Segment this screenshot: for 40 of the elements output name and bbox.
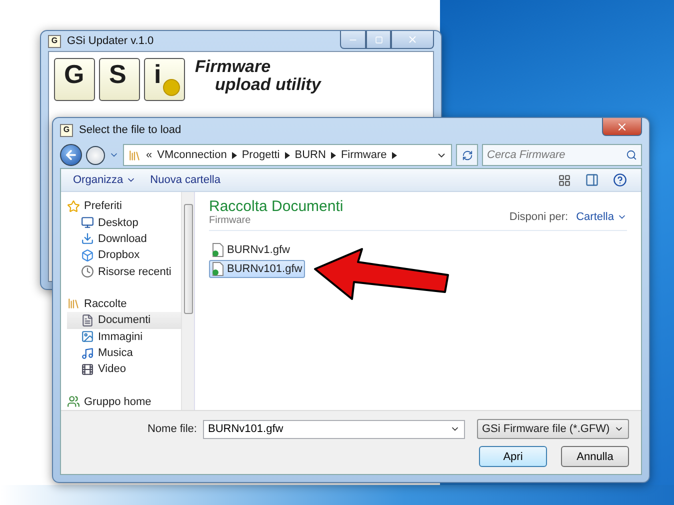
- tagline: upload utility: [214, 76, 321, 94]
- nav-item[interactable]: Immagini: [67, 328, 181, 345]
- nav-item[interactable]: Download: [67, 230, 181, 248]
- logo-key: G: [54, 58, 95, 101]
- breadcrumb[interactable]: Firmware: [340, 149, 387, 161]
- open-button[interactable]: Apri: [479, 446, 547, 467]
- file-item[interactable]: BURNv1.gfw: [209, 241, 293, 259]
- arrange-dropdown[interactable]: Cartella: [576, 211, 627, 223]
- library-title: Raccolta Documenti: [209, 198, 344, 215]
- library-subtitle: Firmware: [209, 215, 252, 226]
- nav-item[interactable]: Musica: [67, 344, 181, 362]
- logo-key: S: [99, 58, 140, 101]
- nav-item[interactable]: Desktop: [67, 214, 181, 231]
- cancel-button[interactable]: Annulla: [561, 446, 629, 467]
- organize-menu[interactable]: Organizza: [73, 174, 136, 186]
- breadcrumb[interactable]: VMconnection: [157, 149, 227, 161]
- new-folder-button[interactable]: Nuova cartella: [150, 174, 220, 186]
- path-overflow[interactable]: «: [146, 149, 152, 161]
- file-item[interactable]: BURNv101.gfw: [209, 260, 306, 278]
- breadcrumb[interactable]: Progetti: [242, 149, 280, 161]
- nav-item[interactable]: Preferiti: [67, 198, 181, 214]
- nav-item[interactable]: Raccolte: [67, 296, 181, 312]
- app-icon: G: [60, 124, 73, 136]
- nav-item[interactable]: Documenti: [67, 312, 181, 329]
- nav-item[interactable]: Dropbox: [67, 247, 181, 264]
- nav-item[interactable]: Risorse recenti: [67, 263, 181, 280]
- arrange-label: Disponi per:: [509, 211, 568, 223]
- search-field[interactable]: Cerca Firmware: [482, 144, 642, 166]
- file-name-label: Nome file:: [147, 423, 197, 435]
- tagline: Firmware: [195, 58, 272, 76]
- file-type-dropdown[interactable]: GSi Firmware file (*.GFW): [477, 419, 629, 439]
- app-icon: G: [48, 34, 61, 48]
- nav-item[interactable]: Video: [67, 361, 181, 378]
- file-name-field[interactable]: BURNv101.gfw: [203, 420, 465, 438]
- dialog-title: Select the file to load: [79, 124, 182, 136]
- window-title: GSi Updater v.1.0: [67, 35, 155, 47]
- address-bar[interactable]: « VMconnection Progetti BURN Firmware: [123, 144, 452, 166]
- nav-item[interactable]: Gruppo home: [67, 394, 181, 410]
- logo-key: i: [144, 58, 185, 101]
- breadcrumb[interactable]: BURN: [294, 149, 326, 161]
